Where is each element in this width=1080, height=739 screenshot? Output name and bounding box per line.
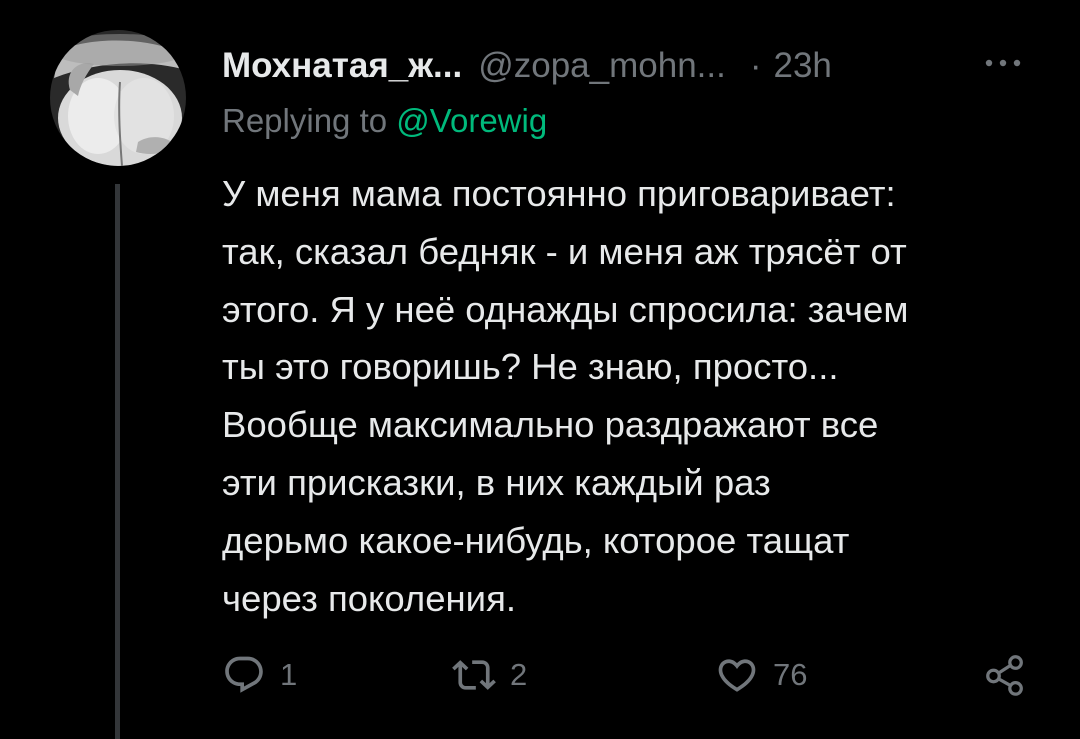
separator-dot: · bbox=[749, 46, 762, 85]
author-handle[interactable]: @zopa_mohn... bbox=[478, 46, 726, 86]
more-horizontal-icon bbox=[985, 59, 1021, 67]
reply-count: 1 bbox=[280, 657, 298, 692]
action-bar: 1 2 76 bbox=[0, 645, 1080, 705]
avatar[interactable] bbox=[50, 30, 186, 166]
share-icon bbox=[986, 655, 1023, 696]
retweet-icon bbox=[452, 660, 496, 690]
replying-prefix: Replying to bbox=[222, 102, 388, 139]
retweet-button[interactable]: 2 bbox=[452, 645, 527, 705]
replying-to-mention[interactable]: @Vorewig bbox=[396, 102, 547, 139]
author-name[interactable]: Мохнатая_ж... bbox=[222, 46, 462, 86]
tweet-time[interactable]: 23h bbox=[774, 46, 832, 86]
reply-button[interactable]: 1 bbox=[222, 645, 297, 705]
share-button[interactable] bbox=[982, 645, 1028, 705]
reply-bubble-icon bbox=[225, 656, 263, 693]
more-button[interactable] bbox=[980, 48, 1026, 78]
avatar-image bbox=[50, 30, 186, 166]
retweet-count: 2 bbox=[510, 657, 528, 692]
tweet[interactable]: Мохнатая_ж... @zopa_mohn... · 23h Replyi… bbox=[0, 0, 1080, 739]
like-button[interactable]: 76 bbox=[715, 645, 807, 705]
tweet-text: У меня мама постоянно приговаривает: так… bbox=[222, 173, 909, 619]
replying-to: Replying to @Vorewig bbox=[222, 102, 547, 140]
tweet-header: Мохнатая_ж... @zopa_mohn... · 23h bbox=[222, 42, 832, 90]
like-count: 76 bbox=[773, 657, 808, 692]
heart-icon bbox=[718, 659, 756, 692]
